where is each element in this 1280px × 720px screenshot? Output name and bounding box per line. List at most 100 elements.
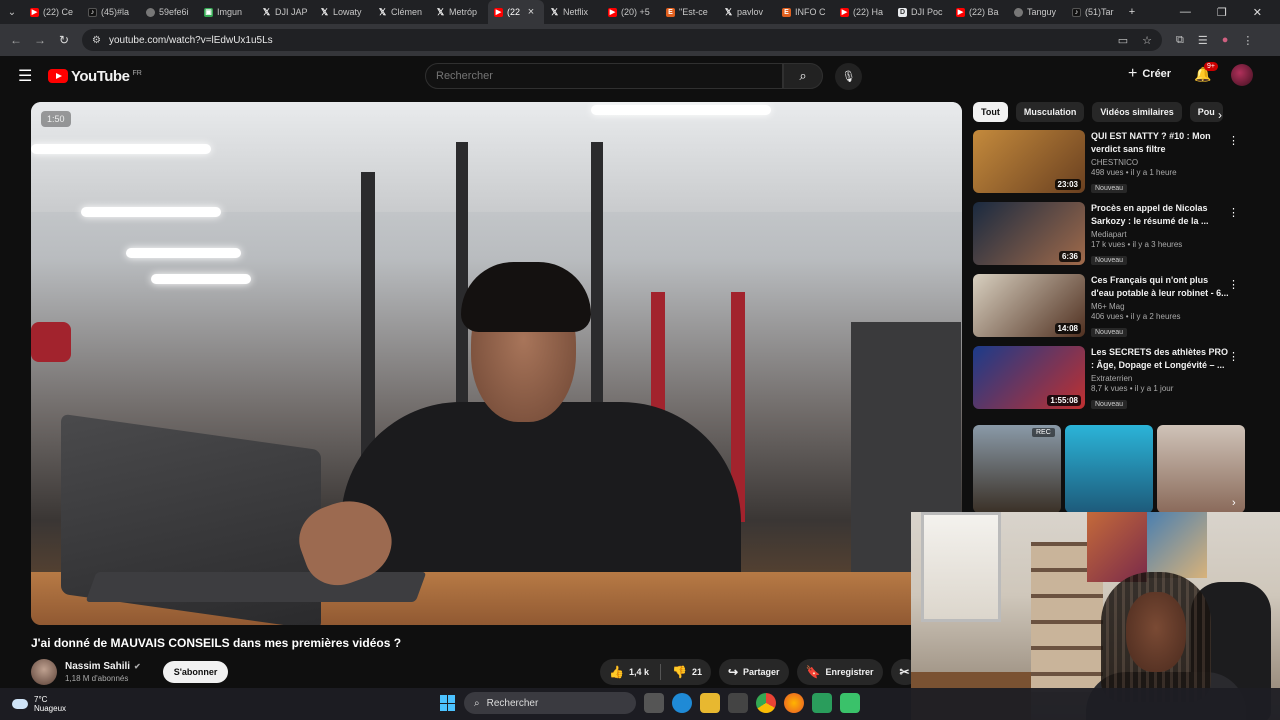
recommendation-item[interactable]: 14:08 Ces Français qui n'ont plus d'eau p… (973, 274, 1263, 338)
bookmark-star-icon[interactable]: ☆ (1142, 34, 1152, 47)
video-player[interactable]: 1:50 (31, 102, 962, 625)
search-icon: ⌕ (474, 697, 480, 709)
profile-icon[interactable]: ● (1222, 34, 1229, 47)
task-view-icon[interactable] (644, 693, 664, 713)
browser-tab[interactable]: 𝕏 DJI JAP (256, 0, 314, 24)
recommendation-title[interactable]: Les SECRETS des athlètes PRO : Âge, Dopa… (1091, 346, 1233, 372)
forward-icon[interactable]: → (28, 33, 52, 47)
recommendation-channel[interactable]: CHESTNICO (1091, 158, 1233, 167)
more-options-icon[interactable]: ⋮ (1228, 134, 1239, 147)
video-thumbnail[interactable]: 1:55:08 (973, 346, 1085, 409)
account-avatar[interactable] (1231, 64, 1253, 86)
more-options-icon[interactable]: ⋮ (1228, 278, 1239, 291)
site-info-icon[interactable]: ⚙ (92, 35, 101, 46)
filter-chip[interactable]: Tout (973, 102, 1008, 122)
share-button[interactable]: ↪ Partager (718, 659, 789, 685)
channel-avatar[interactable] (31, 659, 57, 685)
mic-icon[interactable]: 🎙 (835, 63, 862, 90)
filter-chip[interactable]: Musculation (1015, 102, 1085, 122)
bell-icon[interactable]: 🔔 9+ (1194, 62, 1218, 83)
recommendation-item[interactable]: 6:36 Procès en appel de Nicolas Sarkozy :… (973, 202, 1263, 266)
more-options-icon[interactable]: ⋮ (1228, 206, 1239, 219)
store-icon[interactable] (728, 693, 748, 713)
tab-close-icon[interactable]: × (524, 6, 538, 18)
browser-menu-icon[interactable]: ⋮ (1242, 34, 1253, 47)
browser-tab[interactable]: 59efe6i (140, 0, 198, 24)
browser-tab[interactable]: ▶ (22) Ce (24, 0, 82, 24)
browser-tab[interactable]: Tanguy (1008, 0, 1066, 24)
browser-tab[interactable]: 𝕏 Lowaty (314, 0, 372, 24)
taskbar-search[interactable]: ⌕ Rechercher (464, 692, 636, 714)
create-button[interactable]: + Créer (1128, 65, 1171, 83)
tab-label: pavlov (737, 7, 764, 17)
file-explorer-icon[interactable] (700, 693, 720, 713)
weather-widget[interactable]: 7°C Nuageux (12, 695, 66, 713)
cast-icon[interactable]: ▭ (1118, 34, 1128, 47)
channel-name[interactable]: Nassim Sahili (65, 661, 130, 672)
chevron-right-icon[interactable]: › (1218, 108, 1222, 122)
new-tab-button[interactable]: + (1124, 6, 1140, 18)
minimize-icon[interactable]: — (1180, 6, 1191, 19)
short-thumbnail[interactable] (1065, 425, 1153, 513)
browser-tab[interactable]: ♪ (51)Tar (1066, 0, 1124, 24)
create-label: Créer (1142, 68, 1172, 80)
browser-tab[interactable]: D DJI Poc (892, 0, 950, 24)
browser-tab[interactable]: 𝕏 Metróp (430, 0, 488, 24)
like-count[interactable]: 1,4 k (629, 667, 649, 677)
recommendation-channel[interactable]: Mediapart (1091, 230, 1233, 239)
recommendation-channel[interactable]: M6+ Mag (1091, 302, 1233, 311)
edge-icon[interactable] (672, 693, 692, 713)
chrome-icon[interactable] (756, 693, 776, 713)
browser-tab[interactable]: E INFO C (776, 0, 834, 24)
youtube-logo[interactable]: YouTube FR (48, 68, 142, 85)
video-thumbnail[interactable]: 6:36 (973, 202, 1085, 265)
recommendation-title[interactable]: Procès en appel de Nicolas Sarkozy : le … (1091, 202, 1233, 228)
bookmark-icon: 🔖 (805, 665, 821, 679)
app-icon[interactable] (812, 693, 832, 713)
video-thumbnail[interactable]: 23:03 (973, 130, 1085, 193)
save-button[interactable]: 🔖 Enregistrer (796, 659, 883, 685)
app-icon[interactable] (840, 693, 860, 713)
browser-tab[interactable]: E "Est-ce (660, 0, 718, 24)
short-thumbnail[interactable] (973, 425, 1061, 513)
menu-icon[interactable]: ☰ (18, 66, 38, 86)
maximize-icon[interactable]: ❐ (1217, 6, 1227, 19)
reload-icon[interactable]: ↻ (52, 33, 76, 47)
recommendation-item[interactable]: 23:03 QUI EST NATTY ? #10 : Mon verdict s… (973, 130, 1263, 194)
windows-start-icon[interactable] (440, 695, 456, 711)
video-person-hair (461, 262, 591, 332)
video-scene-laptop-base (85, 572, 427, 602)
close-window-icon[interactable]: ✕ (1253, 6, 1262, 19)
tab-label: Imgun (217, 7, 243, 17)
browser-tab[interactable]: ▶ (20) +5 (602, 0, 660, 24)
browser-tab[interactable]: ♪ (45)#la (82, 0, 140, 24)
tab-groups-icon[interactable]: ☰ (1198, 34, 1208, 47)
thumbs-down-icon[interactable]: 👎 (672, 665, 687, 679)
tab-search-icon[interactable]: ⌄ (0, 7, 24, 18)
url-field[interactable]: ⚙ youtube.com/watch?v=lEdwUx1u5Ls ▭ ☆ (82, 29, 1162, 51)
video-thumbnail[interactable]: 14:08 (973, 274, 1085, 337)
firefox-icon[interactable] (784, 693, 804, 713)
recommendation-item[interactable]: 1:55:08 Les SECRETS des athlètes PRO : Âg… (973, 346, 1263, 410)
recommendation-title[interactable]: QUI EST NATTY ? #10 : Mon verdict sans f… (1091, 130, 1233, 156)
shorts-next-icon[interactable]: › (1232, 497, 1236, 509)
recommendation-title[interactable]: Ces Français qui n'ont plus d'eau potabl… (1091, 274, 1233, 300)
browser-tab[interactable]: ▶ (22) Ha (834, 0, 892, 24)
browser-tab[interactable]: 𝕏 Netflix (544, 0, 602, 24)
browser-tab[interactable]: ▶ (22) Ba (950, 0, 1008, 24)
search-input[interactable] (425, 63, 783, 89)
search-icon[interactable]: ⌕ (783, 63, 823, 89)
browser-tab[interactable]: 𝕏 Clémen (372, 0, 430, 24)
plus-icon: + (1128, 65, 1138, 82)
browser-tab[interactable]: ▣ Imgun (198, 0, 256, 24)
thumbs-up-icon[interactable]: 👍 (609, 665, 624, 679)
windows-taskbar: 7°C Nuageux ⌕ Rechercher (0, 688, 1280, 720)
subscribe-button[interactable]: S'abonner (162, 661, 229, 683)
browser-tab[interactable]: 𝕏pavlov (718, 0, 776, 24)
browser-tab[interactable]: ▶ (22 × (488, 0, 544, 24)
more-options-icon[interactable]: ⋮ (1228, 350, 1239, 363)
recommendation-channel[interactable]: Extraterrien (1091, 374, 1233, 383)
back-icon[interactable]: ← (4, 33, 28, 47)
filter-chip[interactable]: Vidéos similaires (1092, 102, 1182, 122)
extensions-icon[interactable]: ⧉ (1176, 34, 1184, 47)
